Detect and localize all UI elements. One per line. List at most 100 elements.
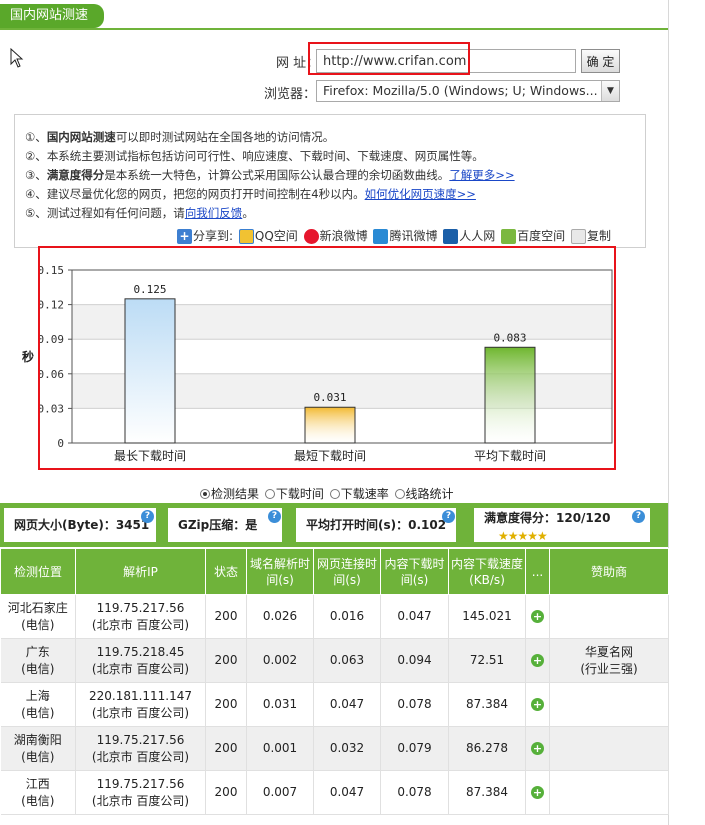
cell-sponsor[interactable]: 华夏名网 (行业三强) [549,638,669,683]
cell-location: 湖南衡阳 (电信) [0,726,76,771]
col-header-connect-time: 网页连接时间(s) [313,548,381,595]
location-name: 江西 [25,776,50,791]
ip-address: 119.75.217.56 [96,776,185,791]
share-label-text: 分享到: [193,229,234,243]
cell-sponsor [549,726,669,771]
share-tencent-weibo[interactable]: 腾讯微博 [373,227,437,244]
share-baidu-space[interactable]: 百度空间 [501,227,565,244]
expand-plus-icon[interactable]: + [531,654,544,667]
info-line-text: 本系统主要测试指标包括访问可行性、响应速度、下载时间、下载速度、网页属性等。 [46,149,484,163]
view-option-label: 检测结果 [211,487,260,501]
help-icon[interactable]: ? [442,510,455,523]
info-line-prefix: ②、 [25,149,47,163]
share-tencent-label: 腾讯微博 [389,229,438,243]
location-isp: (电信) [21,617,55,632]
copy-icon [570,229,586,244]
help-icon[interactable]: ? [632,510,645,523]
ip-location: (北京市 百度公司) [91,617,190,632]
stat-avg-open-text: 平均打开时间(s)：0.102 [306,518,447,532]
cell-connect-time: 0.032 [313,726,381,771]
chart-y-tick-label: 0 [57,437,64,450]
view-option-results[interactable]: 检测结果 [200,485,259,502]
chart-bar-2 [304,406,356,444]
expand-plus-icon[interactable]: + [531,698,544,711]
info-line-suffix: 。 [242,206,254,220]
share-sina-label: 新浪微博 [319,229,368,243]
url-input[interactable] [316,49,576,73]
col-header-status: 状态 [205,548,247,595]
chart-category-label: 最长下载时间 [114,449,186,463]
results-table: 检测位置 解析IP 状态 域名解析时间(s) 网页连接时间(s) 内容下载时间(… [0,548,669,815]
chart-value-label: 0.083 [493,331,526,344]
cell-status: 200 [205,770,247,815]
location-name: 湖南衡阳 [13,732,62,747]
stat-avg-open-time: 平均打开时间(s)：0.102 [296,508,456,542]
sina-weibo-icon [303,229,319,244]
help-icon[interactable]: ? [141,510,154,523]
info-line-4: ④、建议尽量优化您的网页，把您的网页打开时间控制在4秒以内。如何优化网页速度>> [25,186,476,202]
browser-select[interactable]: Firefox: Mozilla/5.0 (Windows; U; Window… [316,80,620,102]
chart-y-axis-label: 秒 [22,349,34,364]
col-header-more: ... [525,548,550,595]
cell-status: 200 [205,726,247,771]
download-time-chart: 0 0.03 0.06 0.09 0.12 0.15 0.125 最长下载时间 0.031 最短… [22,264,613,463]
view-option-download-time[interactable]: 下载时间 [264,485,324,502]
share-qzone[interactable]: QQ空间 [238,227,298,244]
share-renren[interactable]: 人人网 [443,227,495,244]
cell-dns-time: 0.026 [246,594,314,639]
table-header-row: 检测位置 解析IP 状态 域名解析时间(s) 网页连接时间(s) 内容下载时间(… [0,548,669,595]
sponsor-name[interactable]: 华夏名网 [585,645,633,659]
view-option-download-rate[interactable]: 下载速率 [329,485,389,502]
share-qzone-label: QQ空间 [254,229,298,243]
view-option-route-stats[interactable]: 线路统计 [394,485,454,502]
cell-ip: 220.181.111.147 (北京市 百度公司) [75,682,206,727]
table-row: 河北石家庄 (电信) 119.75.217.56 (北京市 百度公司) 200 0.… [0,594,669,639]
url-label: 网 址： [276,56,320,71]
cell-download-time: 0.094 [380,638,449,683]
confirm-button[interactable]: 确 定 [581,49,620,73]
cell-more: + [525,594,550,639]
help-icon[interactable]: ? [268,510,281,523]
view-option-label: 线路统计 [405,487,454,501]
radio-icon [394,489,405,499]
cell-sponsor [549,770,669,815]
chevron-down-icon[interactable]: ▼ [601,81,619,101]
ip-location: (北京市 百度公司) [91,661,190,676]
stat-page-size-text: 网页大小(Byte)：3451 [14,518,150,532]
cell-ip: 119.75.217.56 (北京市 百度公司) [75,726,206,771]
learn-more-link[interactable]: 了解更多>> [449,168,514,182]
col-header-dns-time: 域名解析时间(s) [246,548,314,595]
table-row: 广东 (电信) 119.75.218.45 (北京市 百度公司) 200 0.002… [0,638,669,683]
sponsor-note: (行业三强) [580,661,638,676]
info-panel: ①、国内网站测速可以即时测试网站在全国各地的访问情况。 ②、本系统主要测试指标包… [14,114,646,248]
tencent-weibo-icon [373,229,389,244]
ip-address: 119.75.217.56 [96,600,185,615]
info-line-prefix: ④、 [25,187,47,201]
cell-connect-time: 0.047 [313,682,381,727]
share-copy[interactable]: 复制 [570,227,611,244]
feedback-link[interactable]: 向我们反馈 [185,206,243,220]
cell-dns-time: 0.001 [246,726,314,771]
section-tab-domestic-speed-test[interactable]: 国内网站测速 [0,4,104,28]
share-baidu-label: 百度空间 [517,229,566,243]
ip-address: 119.75.217.56 [96,732,185,747]
chart-category-label: 平均下载时间 [474,449,546,463]
optimize-speed-link[interactable]: 如何优化网页速度>> [365,187,476,201]
stat-gzip: GZip压缩：是 [168,508,282,542]
mouse-cursor-icon [10,48,24,68]
location-isp: (电信) [21,705,55,720]
cell-sponsor [549,594,669,639]
expand-plus-icon[interactable]: + [531,786,544,799]
expand-plus-icon[interactable]: + [531,610,544,623]
cell-download-speed: 145.021 [448,594,526,639]
share-sina-weibo[interactable]: 新浪微博 [303,227,368,244]
cell-location: 江西 (电信) [0,770,76,815]
qzone-icon [238,229,254,244]
expand-plus-icon[interactable]: + [531,742,544,755]
cell-sponsor [549,682,669,727]
table-row: 江西 (电信) 119.75.217.56 (北京市 百度公司) 200 0.007… [0,770,669,815]
header-divider [0,28,668,30]
browser-selected-value: Firefox: Mozilla/5.0 (Windows; U; Window… [323,83,598,98]
cell-connect-time: 0.063 [313,638,381,683]
info-line-2: ②、本系统主要测试指标包括访问可行性、响应速度、下载时间、下载速度、网页属性等。 [25,148,484,164]
